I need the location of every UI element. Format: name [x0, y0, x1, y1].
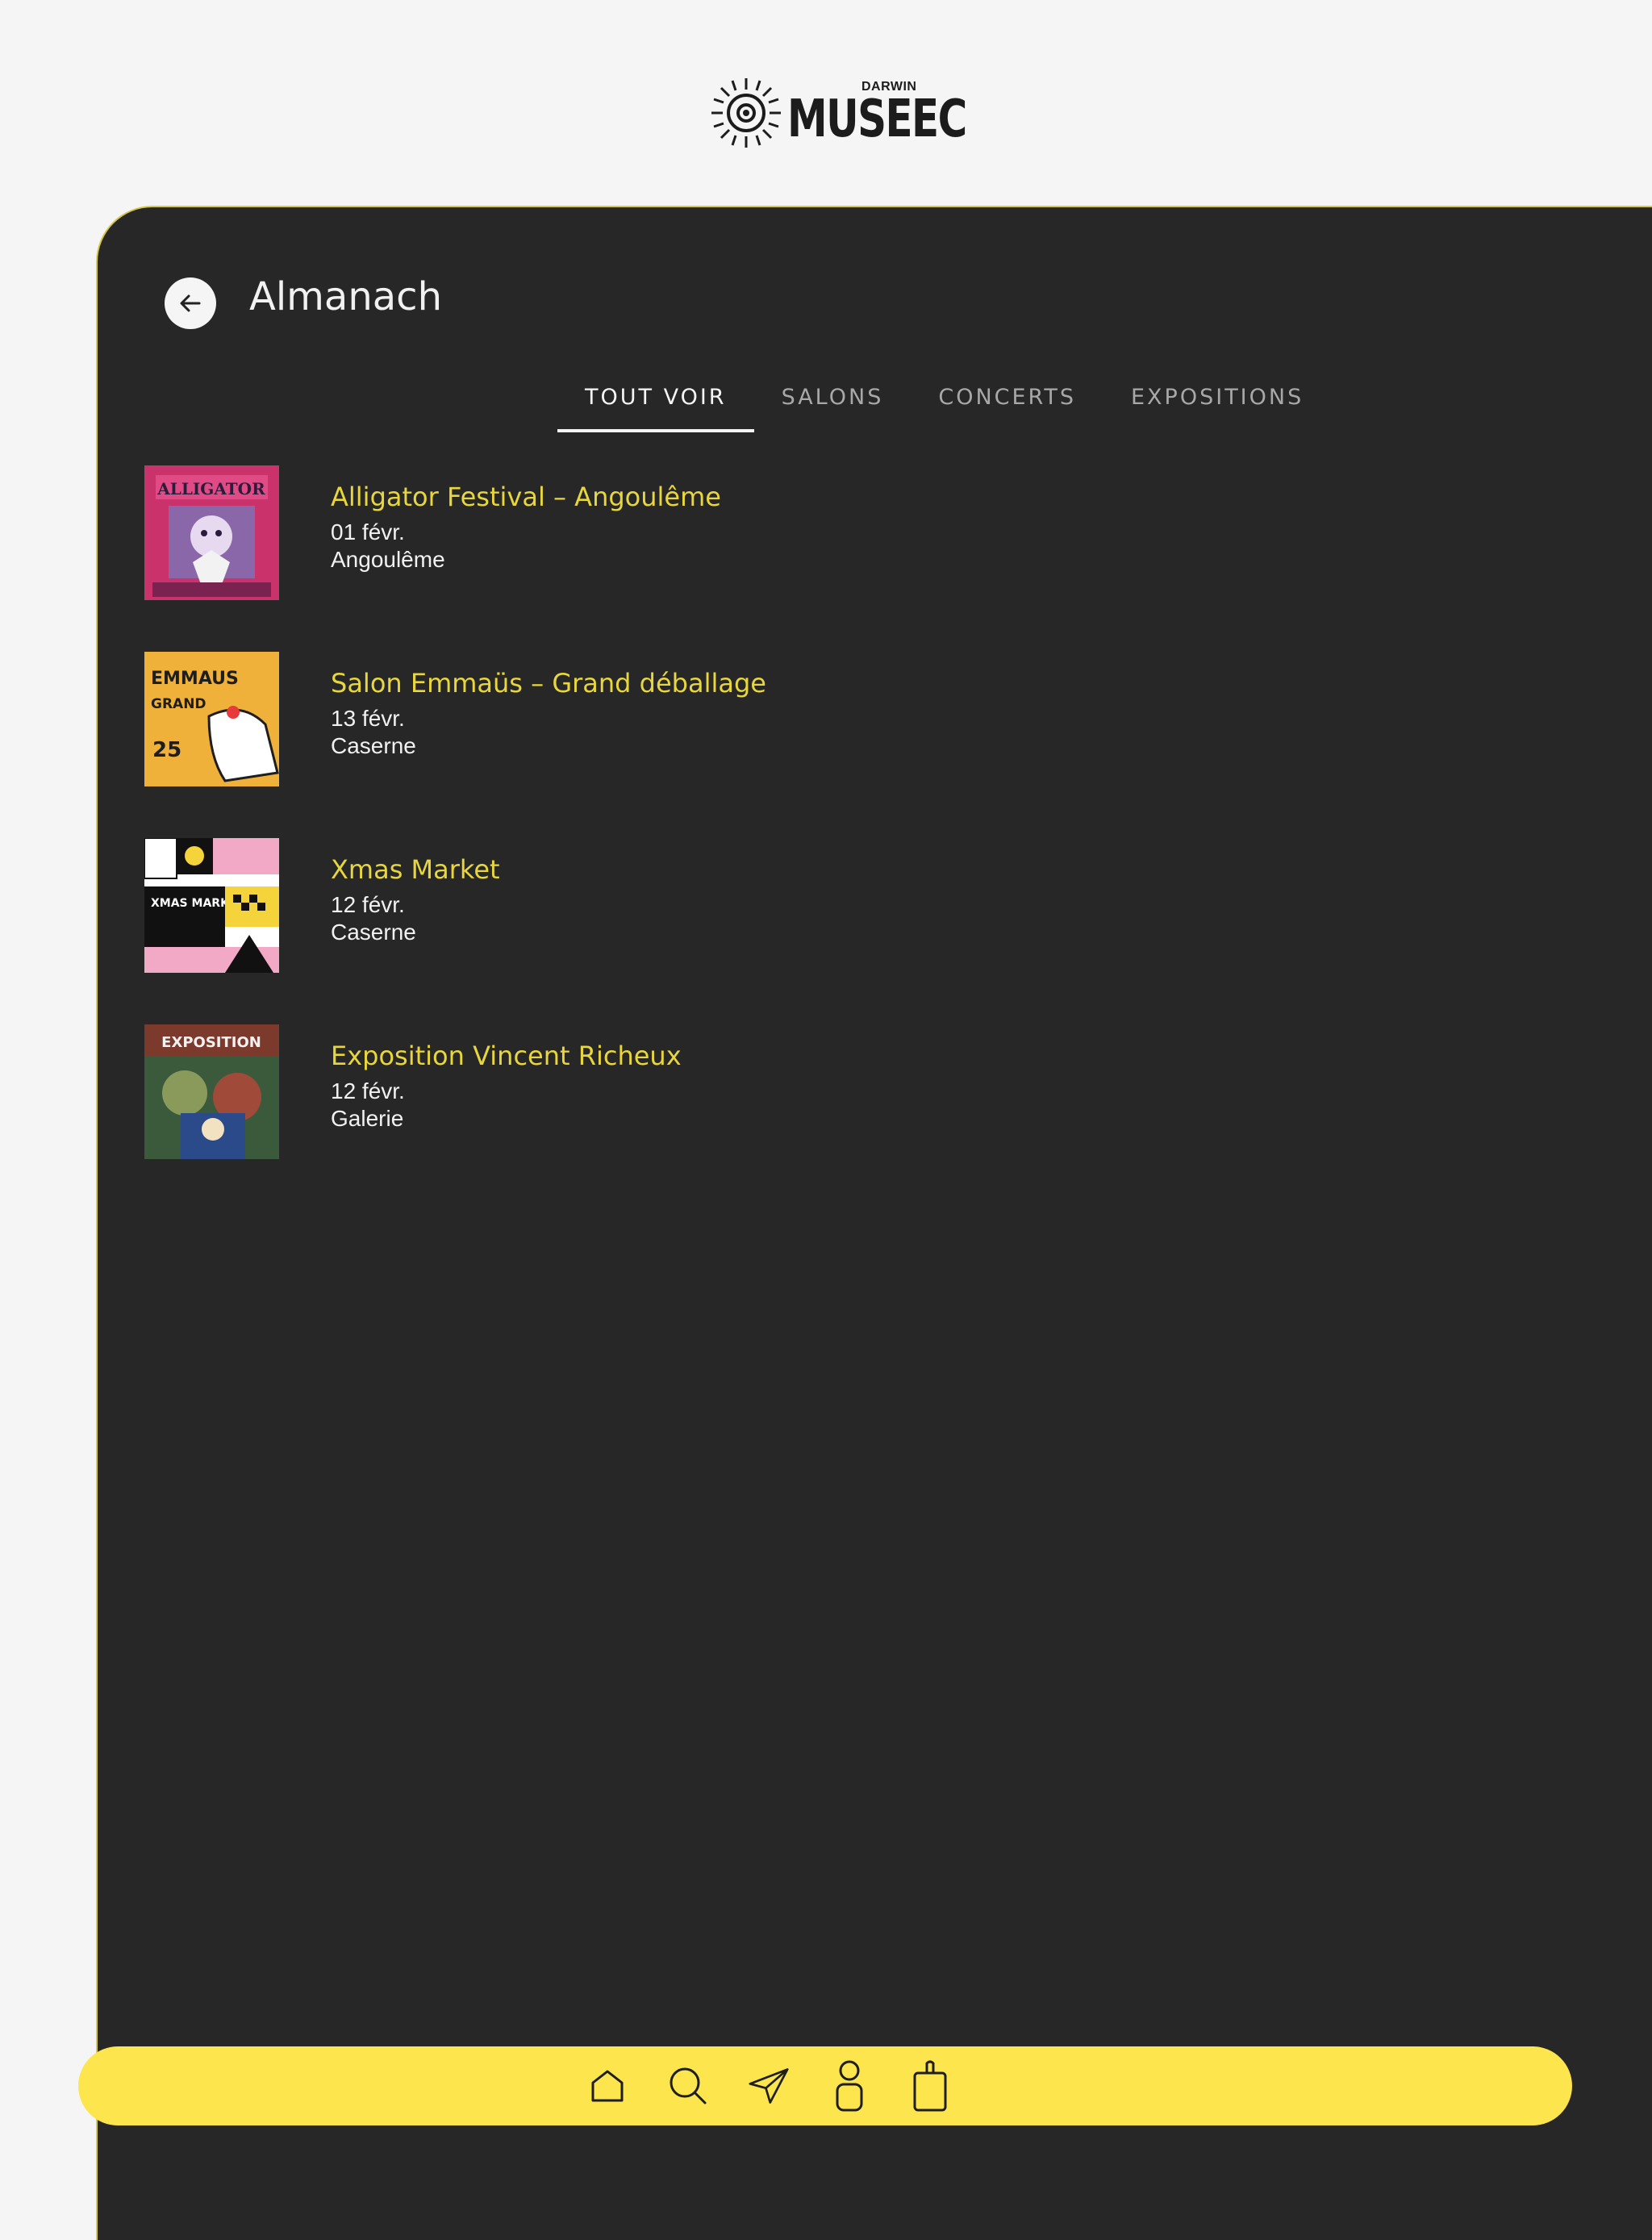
- event-title: Exposition Vincent Richeux: [331, 1041, 682, 1071]
- event-item[interactable]: EXPOSITION Exposition Vincent Richeux 12…: [144, 1024, 766, 1159]
- event-date: 01 févr.: [331, 519, 405, 544]
- arrow-left-icon: [180, 294, 201, 312]
- event-date: 13 févr.: [331, 706, 405, 731]
- category-tabs: TOUT VOIR SALONS CONCERTS EXPOSITIONS: [557, 385, 1331, 432]
- brand-logo: DARWIN MUSEEC: [710, 77, 1016, 149]
- event-title: Xmas Market: [331, 854, 500, 885]
- event-poster: ALLIGATOR: [144, 465, 279, 600]
- event-place: Galerie: [331, 1106, 404, 1131]
- bottom-nav: [78, 2046, 1572, 2125]
- event-place: Angoulême: [331, 547, 445, 572]
- event-list: ALLIGATOR Alligator Festival – Angoulême…: [144, 465, 766, 1211]
- event-place: Caserne: [331, 733, 416, 758]
- tab-tout-voir[interactable]: TOUT VOIR: [557, 385, 754, 432]
- event-date: 12 févr.: [331, 1078, 405, 1103]
- page-title: Almanach: [249, 274, 442, 319]
- event-date: 12 févr.: [331, 892, 405, 917]
- bag-icon[interactable]: [910, 2060, 950, 2112]
- search-icon[interactable]: [668, 2060, 708, 2112]
- tab-concerts[interactable]: CONCERTS: [911, 385, 1103, 432]
- sun-eye-icon: [711, 78, 781, 148]
- back-button[interactable]: [165, 277, 216, 329]
- event-item[interactable]: XMAS MARKET Xmas Market 12 févr. Caserne: [144, 838, 766, 973]
- poster-title: ALLIGATOR: [156, 479, 265, 498]
- tab-expositions[interactable]: EXPOSITIONS: [1103, 385, 1331, 432]
- event-title: Alligator Festival – Angoulême: [331, 482, 721, 512]
- event-item[interactable]: EMMAUS GRAND 25 Salon Emmaüs – Grand déb…: [144, 652, 766, 786]
- poster-title: EXPOSITION: [161, 1034, 261, 1051]
- event-place: Caserne: [331, 920, 416, 945]
- brand-name: MUSEEC: [787, 90, 967, 149]
- home-icon[interactable]: [587, 2060, 628, 2112]
- profile-icon[interactable]: [829, 2060, 870, 2112]
- main-panel: Almanach TOUT VOIR SALONS CONCERTS EXPOS…: [96, 206, 1652, 2240]
- send-icon[interactable]: [749, 2060, 789, 2112]
- event-poster: XMAS MARKET: [144, 838, 279, 973]
- tab-salons[interactable]: SALONS: [754, 385, 912, 432]
- svg-text:GRAND: GRAND: [151, 696, 206, 712]
- event-item[interactable]: ALLIGATOR Alligator Festival – Angoulême…: [144, 465, 766, 600]
- svg-text:25: 25: [152, 738, 181, 762]
- event-title: Salon Emmaüs – Grand déballage: [331, 668, 766, 699]
- event-poster: EMMAUS GRAND 25: [144, 652, 279, 786]
- poster-title: EMMAUS: [151, 669, 239, 689]
- event-poster: EXPOSITION: [144, 1024, 279, 1159]
